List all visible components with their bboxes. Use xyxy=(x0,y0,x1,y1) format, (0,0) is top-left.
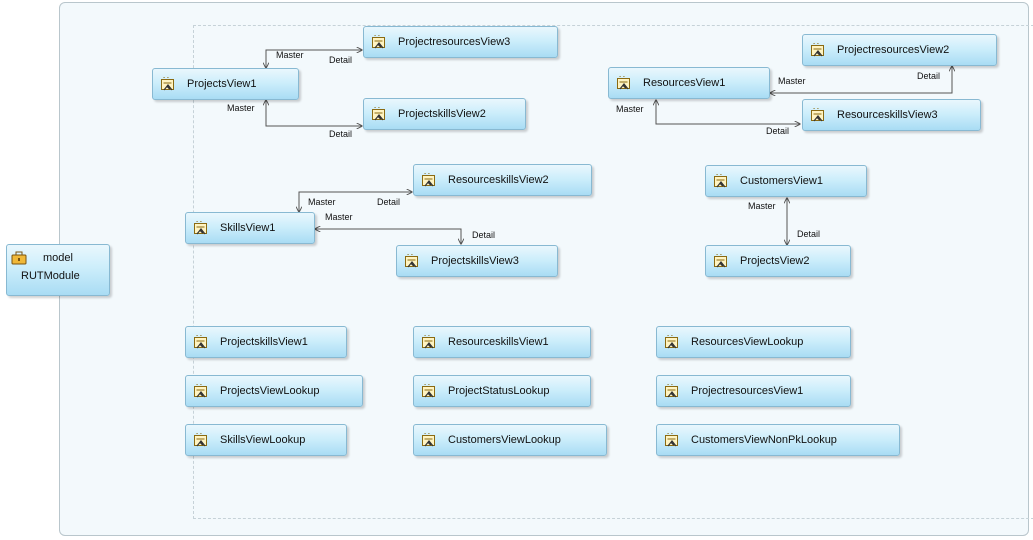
detail-label: Detail xyxy=(472,230,496,240)
view-object-icon xyxy=(714,254,728,268)
view-object-node[interactable]: CustomersViewLookup xyxy=(413,424,607,456)
view-object-node[interactable]: ProjectskillsView1 xyxy=(185,326,347,358)
view-object-node[interactable]: ProjectskillsView2 xyxy=(363,98,526,130)
master-label: Master xyxy=(748,201,776,211)
node-label: ProjectresourcesView1 xyxy=(691,385,804,397)
node-label: SkillsView1 xyxy=(220,222,276,234)
view-object-node[interactable]: CustomersView1 xyxy=(705,165,867,197)
view-object-node[interactable]: ProjectsView2 xyxy=(705,245,851,277)
node-label: ProjectskillsView3 xyxy=(431,255,519,267)
application-module-node[interactable]: model RUTModule xyxy=(6,244,110,296)
detail-label: Detail xyxy=(377,197,401,207)
node-label: ProjectStatusLookup xyxy=(448,385,550,397)
node-label: ResourceskillsView2 xyxy=(448,174,549,186)
node-label: ProjectsView1 xyxy=(187,78,257,90)
node-label: ProjectskillsView1 xyxy=(220,336,308,348)
node-label: ProjectsView2 xyxy=(740,255,810,267)
view-object-icon xyxy=(422,433,436,447)
view-object-icon xyxy=(422,335,436,349)
view-object-icon xyxy=(422,384,436,398)
node-label: ResourcesViewLookup xyxy=(691,336,804,348)
view-object-node[interactable]: ResourcesViewLookup xyxy=(656,326,851,358)
application-module-icon xyxy=(11,251,27,265)
view-object-node[interactable]: CustomersViewNonPkLookup xyxy=(656,424,900,456)
view-object-icon xyxy=(194,384,208,398)
node-label: ProjectresourcesView2 xyxy=(837,44,950,56)
view-object-node[interactable]: ResourceskillsView3 xyxy=(802,99,981,131)
view-object-node[interactable]: ProjectsView1 xyxy=(152,68,299,100)
node-label: SkillsViewLookup xyxy=(220,434,306,446)
view-object-node[interactable]: ProjectresourcesView1 xyxy=(656,375,851,407)
node-label: ProjectskillsView2 xyxy=(398,108,486,120)
link-projects-projectskills2 xyxy=(266,100,362,126)
view-object-node[interactable]: ProjectskillsView3 xyxy=(396,245,558,277)
detail-label: Detail xyxy=(766,126,790,136)
module-name-label: RUTModule xyxy=(21,270,80,282)
master-label: Master xyxy=(325,212,353,222)
view-object-icon xyxy=(194,335,208,349)
module-package-label: model xyxy=(43,252,73,264)
node-label: ProjectsViewLookup xyxy=(220,385,320,397)
link-skills-projectskills3 xyxy=(315,229,461,244)
node-label: CustomersView1 xyxy=(740,175,823,187)
node-label: ProjectresourcesView3 xyxy=(398,36,511,48)
link-resources-resourceskills3 xyxy=(656,100,800,124)
detail-label: Detail xyxy=(329,129,353,139)
view-object-node[interactable]: SkillsView1 xyxy=(185,212,315,244)
detail-label: Detail xyxy=(797,229,821,239)
view-object-icon xyxy=(194,433,208,447)
view-object-node[interactable]: ResourcesView1 xyxy=(608,67,770,99)
view-object-icon xyxy=(372,107,386,121)
view-object-icon xyxy=(194,221,208,235)
view-object-node[interactable]: ResourceskillsView2 xyxy=(413,164,592,196)
view-object-node[interactable]: SkillsViewLookup xyxy=(185,424,347,456)
node-label: ResourcesView1 xyxy=(643,77,726,89)
view-object-icon xyxy=(665,335,679,349)
master-label: Master xyxy=(308,197,336,207)
detail-label: Detail xyxy=(329,55,353,65)
node-label: ResourceskillsView3 xyxy=(837,109,938,121)
master-label: Master xyxy=(616,104,644,114)
view-object-node[interactable]: ProjectresourcesView2 xyxy=(802,34,997,66)
view-object-node[interactable]: ProjectStatusLookup xyxy=(413,375,591,407)
master-label: Master xyxy=(778,76,806,86)
node-label: CustomersViewNonPkLookup xyxy=(691,434,837,446)
view-object-icon xyxy=(161,77,175,91)
node-label: CustomersViewLookup xyxy=(448,434,561,446)
view-object-node[interactable]: ProjectsViewLookup xyxy=(185,375,363,407)
view-object-icon xyxy=(422,173,436,187)
master-label: Master xyxy=(227,103,255,113)
view-object-icon xyxy=(714,174,728,188)
view-object-icon xyxy=(665,433,679,447)
master-label: Master xyxy=(276,50,304,60)
view-object-icon xyxy=(665,384,679,398)
view-object-icon xyxy=(811,43,825,57)
view-object-icon xyxy=(811,108,825,122)
view-object-node[interactable]: ResourceskillsView1 xyxy=(413,326,591,358)
view-object-icon xyxy=(405,254,419,268)
detail-label: Detail xyxy=(917,71,941,81)
view-object-icon xyxy=(372,35,386,49)
view-object-icon xyxy=(617,76,631,90)
node-label: ResourceskillsView1 xyxy=(448,336,549,348)
view-object-node[interactable]: ProjectresourcesView3 xyxy=(363,26,558,58)
